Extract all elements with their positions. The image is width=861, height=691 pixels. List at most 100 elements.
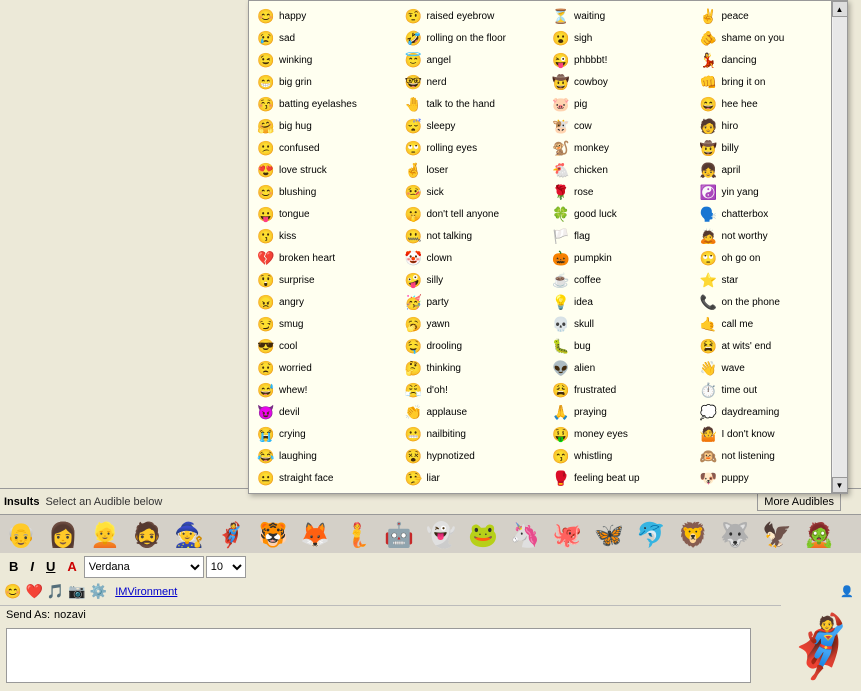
emoticon-item[interactable]: ⏱️time out (696, 379, 844, 401)
emoticon-item[interactable]: 😂laughing (253, 445, 401, 467)
emoticon-item[interactable]: 🙏praying (548, 401, 696, 423)
emoticon-item[interactable]: 🙇not worthy (696, 225, 844, 247)
emoticon-item[interactable]: 🤥liar (401, 467, 549, 489)
emoticon-item[interactable]: 🤞loser (401, 159, 549, 181)
emoticon-item[interactable]: 🤣rolling on the floor (401, 27, 549, 49)
emoticon-item[interactable]: 🐷pig (548, 93, 696, 115)
emoticon-item[interactable]: 😬nailbiting (401, 423, 549, 445)
emoticon-item[interactable]: 😍love struck (253, 159, 401, 181)
emoticon-item[interactable]: 😐straight face (253, 467, 401, 489)
emoticon-item[interactable]: 🙉not listening (696, 445, 844, 467)
message-input[interactable] (6, 628, 751, 683)
more-audibles-button[interactable]: More Audibles (757, 493, 841, 511)
emoticon-item[interactable]: 😅whew! (253, 379, 401, 401)
emoticon-item[interactable]: 🙄oh go on (696, 247, 844, 269)
settings-icon[interactable]: ⚙️ (90, 583, 107, 600)
emoticon-item[interactable]: 😲surprise (253, 269, 401, 291)
avatar-item-16[interactable]: 🦁 (672, 515, 714, 555)
emoticon-item[interactable]: 👧april (696, 159, 844, 181)
emoticon-item[interactable]: 🤤drooling (401, 335, 549, 357)
emoticon-item[interactable]: 🥳party (401, 291, 549, 313)
emoticon-item[interactable]: 🐛bug (548, 335, 696, 357)
emoticon-item[interactable]: 🙄rolling eyes (401, 137, 549, 159)
emoticon-item[interactable]: 😚batting eyelashes (253, 93, 401, 115)
emoticon-item[interactable]: 😙whistling (548, 445, 696, 467)
emoticon-item[interactable]: 🥱yawn (401, 313, 549, 335)
avatar-item-2[interactable]: 👱 (84, 515, 126, 555)
emoticon-item[interactable]: 🧑hiro (696, 115, 844, 137)
emoticon-item[interactable]: 🤫don't tell anyone (401, 203, 549, 225)
emoticon-item[interactable]: ✌️peace (696, 5, 844, 27)
avatar-item-8[interactable]: 🧜 (336, 515, 378, 555)
emoticon-item[interactable]: 🗣️chatterbox (696, 203, 844, 225)
avatar-item-9[interactable]: 🤖 (378, 515, 420, 555)
emoticon-item[interactable]: 😊happy (253, 5, 401, 27)
emoticon-item[interactable]: 😩frustrated (548, 379, 696, 401)
emoticon-item[interactable]: 😢sad (253, 27, 401, 49)
music-icon[interactable]: 🎵 (47, 583, 64, 600)
emoticon-item[interactable]: 👏applause (401, 401, 549, 423)
emoticon-item[interactable]: 💭daydreaming (696, 401, 844, 423)
underline-button[interactable]: U (41, 556, 60, 577)
emoticon-item[interactable]: 🍀good luck (548, 203, 696, 225)
emoticon-item[interactable]: ⏳waiting (548, 5, 696, 27)
color-button[interactable]: A (62, 556, 81, 577)
avatar-item-5[interactable]: 🦸 (210, 515, 252, 555)
emoticon-item[interactable]: 🫵shame on you (696, 27, 844, 49)
emoticon-item[interactable]: 😫at wits' end (696, 335, 844, 357)
avatar-item-6[interactable]: 🐯 (252, 515, 294, 555)
emoticon-item[interactable]: 🤔thinking (401, 357, 549, 379)
emoticon-item[interactable]: 🤠cowboy (548, 71, 696, 93)
emoticon-item[interactable]: 🤠billy (696, 137, 844, 159)
emoticon-item[interactable]: 💔broken heart (253, 247, 401, 269)
emoticon-item[interactable]: 😎cool (253, 335, 401, 357)
emoticon-item[interactable]: 😟worried (253, 357, 401, 379)
emoticon-item[interactable]: 🤑money eyes (548, 423, 696, 445)
avatar-item-12[interactable]: 🦄 (504, 515, 546, 555)
emoticon-item[interactable]: 🤒sick (401, 181, 549, 203)
emoticon-item[interactable]: 😵hypnotized (401, 445, 549, 467)
emoticon-item[interactable]: 😛tongue (253, 203, 401, 225)
emoticon-item[interactable]: 🌹rose (548, 181, 696, 203)
font-select[interactable]: Verdana Arial Times New Roman (84, 556, 204, 578)
imvironment-label[interactable]: IMVironment (115, 586, 177, 598)
emoticon-item[interactable]: 🐒monkey (548, 137, 696, 159)
avatar-item-1[interactable]: 👩 (42, 515, 84, 555)
emoticon-item[interactable]: 👊bring it on (696, 71, 844, 93)
avatar-item-14[interactable]: 🦋 (588, 515, 630, 555)
avatar-item-7[interactable]: 🦊 (294, 515, 336, 555)
emoticon-item[interactable]: 🎃pumpkin (548, 247, 696, 269)
emoticon-item[interactable]: ☯️yin yang (696, 181, 844, 203)
emoticon-item[interactable]: ☕coffee (548, 269, 696, 291)
emoticon-item[interactable]: 🤪silly (401, 269, 549, 291)
emoticon-item[interactable]: 🐶puppy (696, 467, 844, 489)
emoticon-item[interactable]: 😄hee hee (696, 93, 844, 115)
avatar-item-0[interactable]: 👴 (0, 515, 42, 555)
scroll-up-arrow[interactable]: ▲ (832, 1, 848, 17)
emoticon-item[interactable]: 😜phbbbt! (548, 49, 696, 71)
emoticon-item[interactable]: 💃dancing (696, 49, 844, 71)
emoticon-item[interactable]: ⭐star (696, 269, 844, 291)
camera-icon[interactable]: 📷 (68, 583, 85, 600)
emoticon-item[interactable]: 🏳️flag (548, 225, 696, 247)
scroll-track[interactable] (833, 17, 847, 477)
emoticon-item[interactable]: 👋wave (696, 357, 844, 379)
avatar-item-19[interactable]: 🧟 (798, 515, 840, 555)
avatar-item-18[interactable]: 🦅 (756, 515, 798, 555)
emoticon-item[interactable]: 🤚talk to the hand (401, 93, 549, 115)
avatar-item-15[interactable]: 🐬 (630, 515, 672, 555)
emoticon-item[interactable]: 😁big grin (253, 71, 401, 93)
emoticon-item[interactable]: 🤓nerd (401, 71, 549, 93)
emoticon-item[interactable]: 😉winking (253, 49, 401, 71)
emoticon-item[interactable]: 😕confused (253, 137, 401, 159)
emoticon-item[interactable]: 💡idea (548, 291, 696, 313)
italic-button[interactable]: I (25, 556, 39, 577)
emoticon-item[interactable]: 🤨raised eyebrow (401, 5, 549, 27)
emoticon-item[interactable]: 🤗big hug (253, 115, 401, 137)
emoticon-item[interactable]: 😈devil (253, 401, 401, 423)
emoticon-item[interactable]: 📞on the phone (696, 291, 844, 313)
emoticon-item[interactable]: 😤d'oh! (401, 379, 549, 401)
smiley-icon[interactable]: 😊 (4, 583, 21, 600)
emoticon-item[interactable]: 💀skull (548, 313, 696, 335)
emoticon-item[interactable]: 🥊feeling beat up (548, 467, 696, 489)
